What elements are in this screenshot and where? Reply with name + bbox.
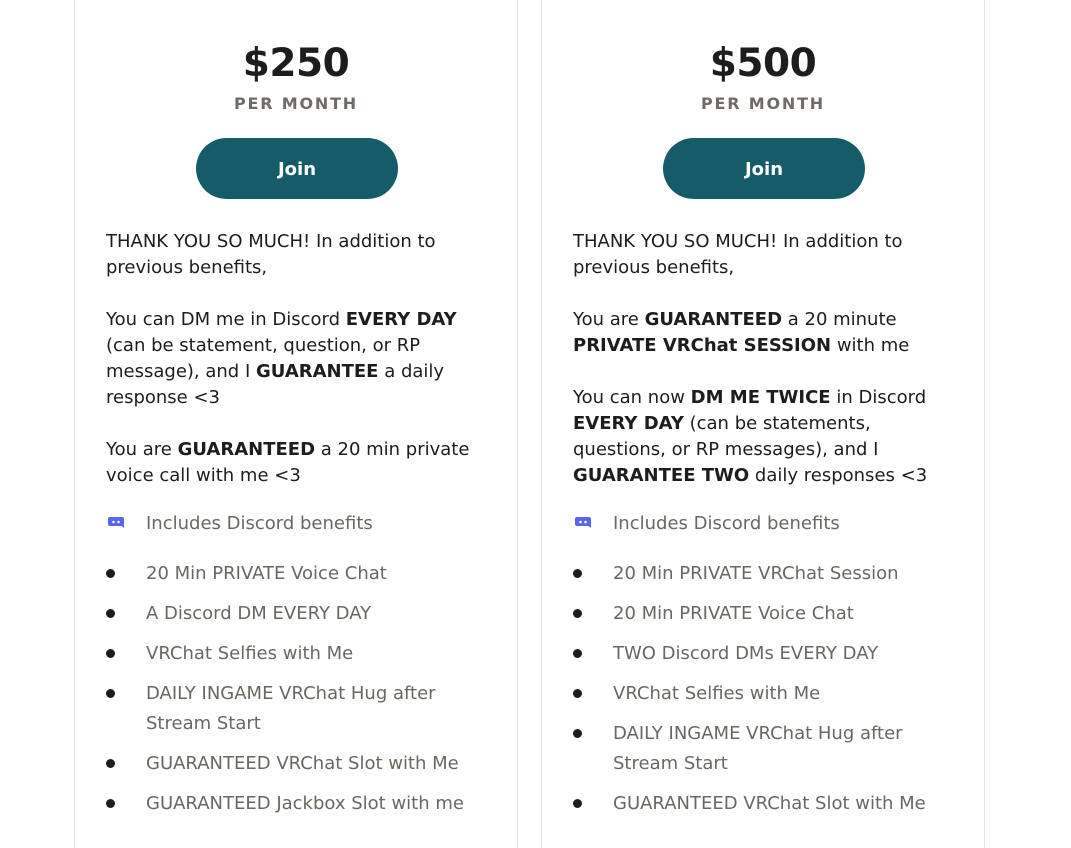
join-button[interactable]: Join <box>663 138 865 199</box>
benefit-label: DAILY INGAME VRChat Hug after Stream Sta… <box>613 723 903 774</box>
emphasis-text: DM ME TWICE <box>690 387 831 408</box>
tier-price: $250 <box>242 41 350 86</box>
bullet-dot <box>106 609 115 618</box>
benefit-label: VRChat Selfies with Me <box>146 643 354 664</box>
description-text: THANK YOU SO MUCH! In addition to previo… <box>106 231 436 278</box>
description-text: THANK YOU SO MUCH! In addition to previo… <box>573 231 903 278</box>
bullet-dot <box>106 759 115 768</box>
emphasis-text: GUARANTEED <box>177 439 316 460</box>
benefit-label: VRChat Selfies with Me <box>613 683 821 704</box>
description-paragraph: You can now DM ME TWICE in Discord EVERY… <box>573 385 958 489</box>
benefit-list: 20 Min PRIVATE VRChat Session 20 Min PRIV… <box>573 559 973 829</box>
tier-card-250: $250 PER MONTH Join THANK YOU SO MUCH! I… <box>74 0 518 848</box>
description-paragraph: You can DM me in Discord EVERY DAY (can … <box>106 307 491 411</box>
benefit-list: 20 Min PRIVATE Voice Chat A Discord DM EV… <box>106 559 506 829</box>
bullet-dot <box>573 569 582 578</box>
description-text: in Discord <box>830 387 927 408</box>
description-text: daily responses <3 <box>749 465 928 486</box>
description-paragraph: You are GUARANTEED a 20 min private voic… <box>106 437 491 489</box>
bullet-dot <box>573 729 582 738</box>
emphasis-text: EVERY DAY <box>345 309 457 330</box>
emphasis-text: EVERY DAY <box>573 413 684 434</box>
emphasis-text: GUARANTEED <box>644 309 783 330</box>
benefit-label: 20 Min PRIVATE Voice Chat <box>613 603 854 624</box>
benefit-item: 20 Min PRIVATE Voice Chat <box>106 559 506 589</box>
bullet-dot <box>573 689 582 698</box>
benefit-item: TWO Discord DMs EVERY DAY <box>573 639 973 669</box>
bullet-dot <box>106 569 115 578</box>
bullet-dot <box>106 649 115 658</box>
emphasis-text: PRIVATE VRChat SESSION <box>573 335 832 356</box>
benefit-label: GUARANTEED Jackbox Slot with me <box>146 793 464 814</box>
benefit-item: A Discord DM EVERY DAY <box>106 599 506 629</box>
description-text: You can now <box>573 387 691 408</box>
discord-icon <box>575 517 591 528</box>
bullet-dot <box>573 799 582 808</box>
tier-price: $500 <box>709 41 817 86</box>
discord-benefit-label: Includes Discord benefits <box>613 513 840 534</box>
emphasis-text: GUARANTEE TWO <box>573 465 750 486</box>
benefit-item: GUARANTEED Jackbox Slot with me <box>106 789 506 819</box>
description-paragraph: THANK YOU SO MUCH! In addition to previo… <box>106 229 491 281</box>
join-button[interactable]: Join <box>196 138 398 199</box>
benefit-label: A Discord DM EVERY DAY <box>146 603 372 624</box>
tier-card-500: $500 PER MONTH Join THANK YOU SO MUCH! I… <box>541 0 985 848</box>
benefit-item: GUARANTEED VRChat Slot with Me <box>573 789 973 819</box>
benefit-item: VRChat Selfies with Me <box>106 639 506 669</box>
description-paragraph: You are GUARANTEED a 20 minute PRIVATE V… <box>573 307 958 359</box>
description-paragraph: THANK YOU SO MUCH! In addition to previo… <box>573 229 958 281</box>
discord-benefit-row: Includes Discord benefits <box>106 510 496 540</box>
bullet-dot <box>573 649 582 658</box>
benefit-item: GUARANTEED VRChat Slot with Me <box>106 749 506 779</box>
benefit-item: VRChat Selfies with Me <box>573 679 973 709</box>
emphasis-text: GUARANTEE <box>255 361 379 382</box>
discord-benefit-label: Includes Discord benefits <box>146 513 373 534</box>
bullet-dot <box>106 799 115 808</box>
benefit-label: 20 Min PRIVATE VRChat Session <box>613 563 899 584</box>
bullet-dot <box>573 609 582 618</box>
tier-period: PER MONTH <box>234 94 358 113</box>
description-text: You can DM me in Discord <box>106 309 346 330</box>
tier-description: THANK YOU SO MUCH! In addition to previo… <box>106 229 491 515</box>
description-text: with me <box>831 335 910 356</box>
benefit-item: DAILY INGAME VRChat Hug after Stream Sta… <box>106 679 506 739</box>
description-text: You are <box>106 439 178 460</box>
discord-benefit-row: Includes Discord benefits <box>573 510 963 540</box>
discord-icon <box>108 517 124 528</box>
benefit-item: 20 Min PRIVATE Voice Chat <box>573 599 973 629</box>
benefit-label: 20 Min PRIVATE Voice Chat <box>146 563 387 584</box>
benefit-label: GUARANTEED VRChat Slot with Me <box>146 753 459 774</box>
benefit-item: 20 Min PRIVATE VRChat Session <box>573 559 973 589</box>
tier-period: PER MONTH <box>701 94 825 113</box>
benefit-label: GUARANTEED VRChat Slot with Me <box>613 793 926 814</box>
description-text: a 20 minute <box>782 309 897 330</box>
description-text: You are <box>573 309 645 330</box>
bullet-dot <box>106 689 115 698</box>
benefit-item: DAILY INGAME VRChat Hug after Stream Sta… <box>573 719 973 779</box>
benefit-label: TWO Discord DMs EVERY DAY <box>613 643 879 664</box>
benefit-label: DAILY INGAME VRChat Hug after Stream Sta… <box>146 683 436 734</box>
tier-description: THANK YOU SO MUCH! In addition to previo… <box>573 229 958 515</box>
